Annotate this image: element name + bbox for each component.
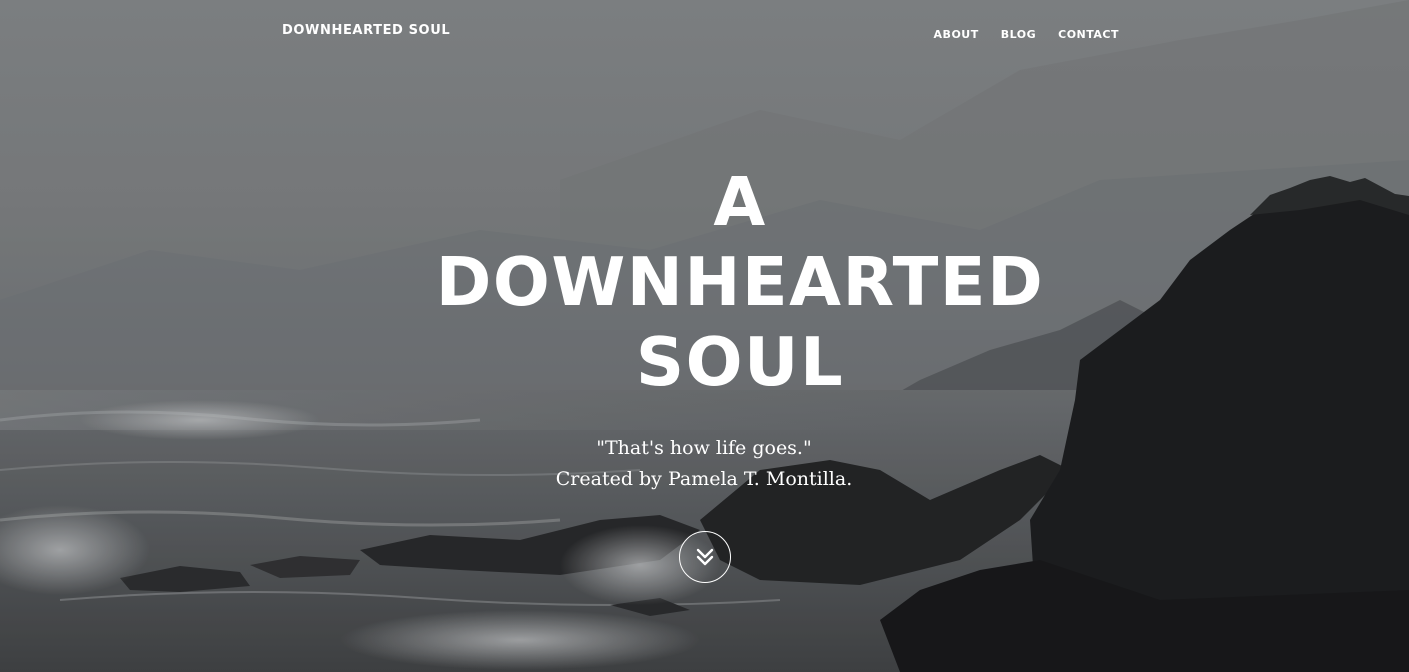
hero-title: A DOWNHEARTED SOUL xyxy=(404,162,1076,402)
hero-section: DOWNHEARTED SOUL ABOUT BLOG CONTACT A DO… xyxy=(0,0,1409,672)
nav-item-blog: BLOG xyxy=(1001,25,1036,43)
hero-title-line-1: A xyxy=(713,163,767,241)
nav-link-about[interactable]: ABOUT xyxy=(934,28,979,41)
hero-title-line-3: SOUL xyxy=(635,323,845,401)
nav-link-contact[interactable]: CONTACT xyxy=(1058,28,1119,41)
hero-tagline: "That's how life goes." Created by Pamel… xyxy=(404,433,1004,495)
brand-logo-link[interactable]: DOWNHEARTED SOUL xyxy=(282,23,450,38)
hero-quote: "That's how life goes." xyxy=(596,437,812,459)
nav-menu: ABOUT BLOG CONTACT xyxy=(934,25,1119,43)
scroll-down-button[interactable] xyxy=(679,531,731,583)
nav-item-about: ABOUT xyxy=(934,25,979,43)
top-navigation: DOWNHEARTED SOUL ABOUT BLOG CONTACT xyxy=(0,0,1409,64)
double-chevron-down-icon xyxy=(696,548,714,566)
hero-credit: Created by Pamela T. Montilla. xyxy=(555,468,853,490)
nav-link-blog[interactable]: BLOG xyxy=(1001,28,1036,41)
hero-title-line-2: DOWNHEARTED xyxy=(435,243,1045,321)
nav-item-contact: CONTACT xyxy=(1058,25,1119,43)
